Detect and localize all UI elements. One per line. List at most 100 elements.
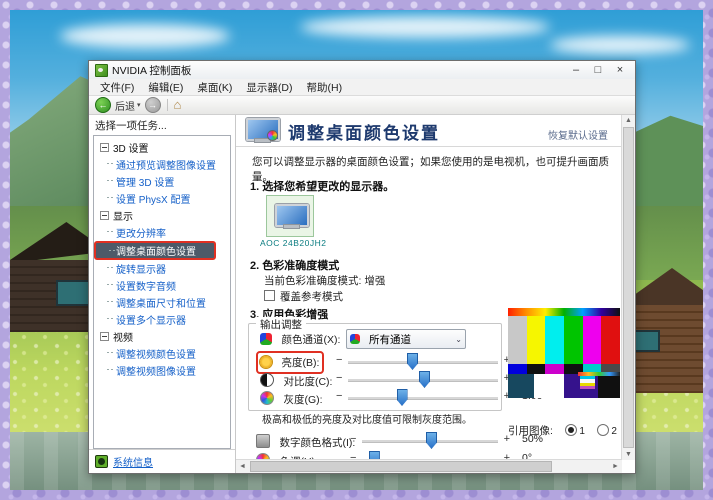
scroll-up-icon[interactable]: ▲	[622, 117, 635, 124]
brightness-label: 亮度(B):	[281, 357, 319, 369]
section2-heading: 2. 色彩准确度模式	[250, 257, 339, 273]
nvidia-control-panel-window: NVIDIA 控制面板 – □ × 文件(F) 编辑(E) 桌面(K) 显示器(…	[88, 60, 636, 474]
system-info-icon	[95, 455, 108, 468]
override-reference-checkbox[interactable]	[264, 290, 275, 301]
header-divider	[236, 146, 622, 147]
horizontal-scroll-thumb[interactable]	[250, 461, 552, 472]
color-channel-row: 颜色通道(X):	[260, 330, 340, 348]
brightness-slider[interactable]: − +	[348, 353, 498, 369]
brightness-icon	[260, 356, 272, 368]
gamma-icon	[260, 391, 274, 405]
home-icon[interactable]: ⌂	[174, 98, 182, 112]
forward-icon[interactable]: →	[145, 97, 161, 113]
restore-defaults-link[interactable]: 恢复默认设置	[548, 127, 608, 142]
digital-color-format-icon	[256, 434, 270, 448]
gamma-slider[interactable]: − +	[348, 389, 498, 405]
task-tree: 3D 设置 通过预览调整图像设置 管理 3D 设置 设置 PhysX 配置 显示…	[93, 135, 231, 449]
tree-group-3d-settings[interactable]: 3D 设置	[94, 139, 230, 156]
override-reference-mode-row: 覆盖参考模式	[264, 289, 343, 304]
chevron-down-icon: ⌄	[455, 335, 462, 344]
back-icon[interactable]: ←	[95, 97, 111, 113]
gamma-label: 灰度(G):	[283, 394, 322, 406]
tree-item-physx[interactable]: 设置 PhysX 配置	[94, 190, 230, 207]
page-title: 调整桌面颜色设置	[288, 119, 440, 144]
collapse-icon[interactable]	[100, 332, 109, 341]
toolbar: ← 后退 ▾ → ⌂	[89, 96, 635, 115]
maximize-button[interactable]: □	[587, 62, 609, 78]
menu-help[interactable]: 帮助(H)	[300, 80, 350, 95]
monitor-name: AOC 24B20JH2	[260, 238, 326, 248]
red-annotation-box: 亮度(B):	[256, 351, 324, 374]
reference-image-label: 引用图像:	[508, 425, 553, 437]
color-channel-dropdown[interactable]: 所有通道 ⌄	[346, 329, 466, 349]
reference-image-group: 引用图像: 1 2	[508, 421, 622, 439]
tree-item-video-color[interactable]: 调整视频颜色设置	[94, 345, 230, 362]
scroll-right-icon[interactable]: ►	[609, 463, 622, 470]
menu-edit[interactable]: 编辑(E)	[141, 80, 190, 95]
mini-stripe-block	[580, 376, 595, 389]
content-panel: 调整桌面颜色设置 恢复默认设置 您可以调整显示器的桌面颜色设置；如果您使用的是电…	[236, 115, 635, 473]
all-channels-icon	[350, 334, 360, 344]
screenshot-root: NVIDIA 控制面板 – □ × 文件(F) 编辑(E) 桌面(K) 显示器(…	[0, 0, 713, 500]
collapse-icon[interactable]	[100, 211, 109, 220]
reference-radio-1[interactable]	[565, 424, 577, 436]
slider-thumb[interactable]	[397, 389, 408, 406]
monitor-icon	[275, 204, 305, 229]
menu-display[interactable]: 显示器(D)	[239, 80, 299, 95]
horizontal-scrollbar[interactable]: ◄ ►	[236, 459, 622, 473]
tree-item-desktop-size-position[interactable]: 调整桌面尺寸和位置	[94, 294, 230, 311]
section1-heading: 1. 选择您希望更改的显示器。	[250, 178, 394, 194]
tree-group-display[interactable]: 显示	[94, 207, 230, 224]
contrast-label: 对比度(C):	[283, 376, 332, 388]
close-button[interactable]: ×	[609, 62, 631, 78]
tree-item-rotate-display[interactable]: 旋转显示器	[94, 260, 230, 277]
digital-color-format-slider[interactable]: − +	[362, 432, 498, 448]
scroll-left-icon[interactable]: ◄	[236, 463, 249, 470]
brightness-row: 亮度(B):	[256, 351, 324, 374]
digital-color-format-label: 数字颜色格式(I):	[279, 437, 355, 449]
scroll-down-icon[interactable]: ▼	[622, 451, 635, 458]
cloud	[550, 36, 690, 54]
slider-thumb[interactable]	[426, 432, 437, 449]
gamma-row: 灰度(G):	[260, 390, 323, 408]
tree-group-video[interactable]: 视频	[94, 328, 230, 345]
title-bar[interactable]: NVIDIA 控制面板 – □ ×	[89, 61, 635, 79]
menu-desktop[interactable]: 桌面(K)	[190, 80, 239, 95]
tree-item-adjust-image-preview[interactable]: 通过预览调整图像设置	[94, 156, 230, 173]
menu-bar: 文件(F) 编辑(E) 桌面(K) 显示器(D) 帮助(H)	[89, 79, 635, 96]
digital-vibrance-row: 数字颜色格式(I):	[256, 433, 355, 451]
vertical-scroll-thumb[interactable]	[623, 127, 634, 448]
task-sidebar: 选择一项任务... 3D 设置 通过预览调整图像设置 管理 3D 设置 设置 P…	[89, 115, 236, 473]
contrast-slider[interactable]: − +	[348, 371, 498, 387]
minimize-button[interactable]: –	[565, 62, 587, 78]
vertical-scrollbar[interactable]: ▲ ▼	[621, 115, 635, 460]
system-info-link[interactable]: 系统信息	[113, 454, 153, 469]
tree-item-video-image[interactable]: 调整视频图像设置	[94, 362, 230, 379]
current-color-mode: 当前色彩准确度模式: 增强	[264, 273, 385, 288]
window-title: NVIDIA 控制面板	[112, 63, 565, 78]
color-channel-label: 颜色通道(X):	[281, 334, 340, 346]
slider-thumb[interactable]	[407, 353, 418, 370]
sidebar-footer: 系统信息	[89, 449, 235, 473]
contrast-icon	[260, 373, 274, 387]
back-dropdown-caret-icon[interactable]: ▾	[137, 101, 141, 109]
collapse-icon[interactable]	[100, 143, 109, 152]
checkbox-label: 覆盖参考模式	[280, 291, 343, 303]
display-select-tile[interactable]	[266, 195, 314, 237]
menu-file[interactable]: 文件(F)	[93, 80, 141, 95]
nvidia-app-icon	[95, 64, 108, 77]
reference-test-pattern-image	[508, 308, 620, 398]
reference-radio-2[interactable]	[597, 424, 609, 436]
slider-thumb[interactable]	[419, 371, 430, 388]
tree-item-adjust-desktop-color-selected[interactable]: 调整桌面颜色设置	[94, 241, 216, 260]
cloud	[60, 24, 230, 48]
range-note: 极高和极低的亮度及对比度值可限制灰度范围。	[262, 411, 472, 426]
sidebar-header: 选择一项任务...	[89, 115, 235, 135]
back-label[interactable]: 后退	[115, 98, 135, 113]
tree-item-change-resolution[interactable]: 更改分辨率	[94, 224, 230, 241]
thin-rainbow-strip	[578, 372, 620, 376]
tree-item-digital-audio[interactable]: 设置数字音频	[94, 277, 230, 294]
dropdown-value: 所有通道	[369, 332, 411, 347]
tree-item-manage-3d[interactable]: 管理 3D 设置	[94, 173, 230, 190]
tree-item-multiple-displays[interactable]: 设置多个显示器	[94, 311, 230, 328]
